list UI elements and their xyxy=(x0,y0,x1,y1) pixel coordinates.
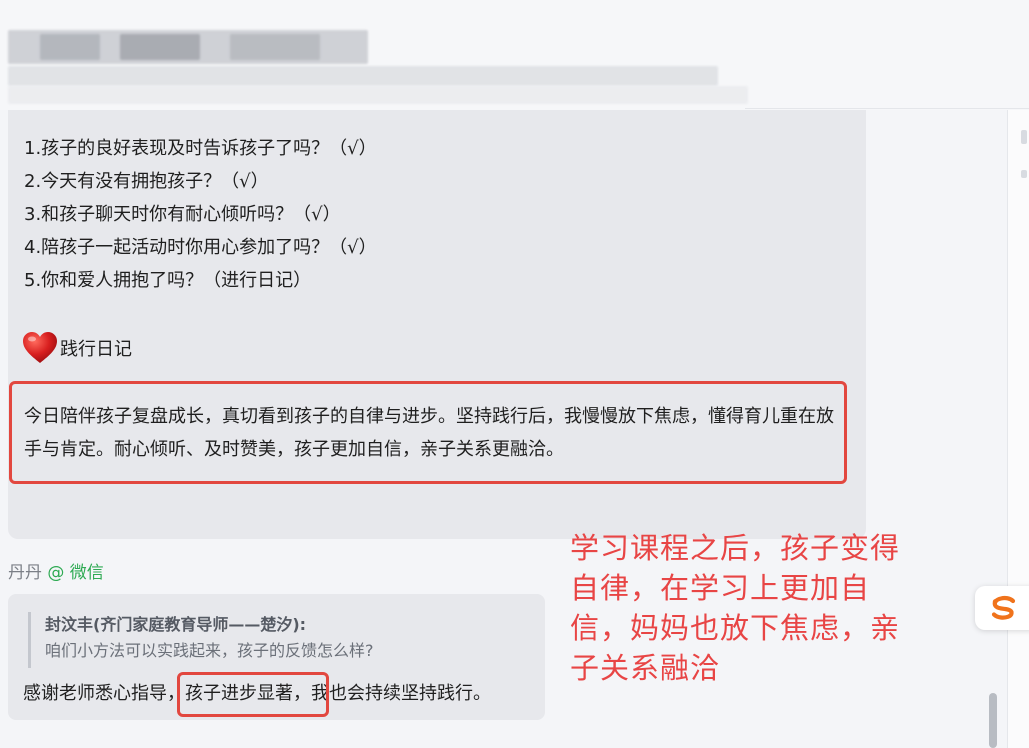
scrollbar-thumb[interactable] xyxy=(989,693,997,748)
diary-heading-label: 践行日记 xyxy=(60,339,132,360)
checklist-item: 5.你和爱人拥抱了吗？（进行日记） xyxy=(24,270,312,291)
sender-name: 丹丹 xyxy=(8,563,42,583)
quote-text: 咱们小方法可以实践起来，孩子的反馈怎么样? xyxy=(45,641,374,660)
quoted-message: 封汶丰(齐门家庭教育导师——楚汐): 咱们小方法可以实践起来，孩子的反馈怎么样? xyxy=(28,612,374,668)
chat-page: 1.孩子的良好表现及时告诉孩子了吗？（√） 2.今天有没有拥抱孩子？（√） 3.… xyxy=(0,0,1029,748)
blurred-header xyxy=(0,0,1029,110)
sender-platform: @ 微信 xyxy=(47,563,104,583)
right-side-panel xyxy=(1007,110,1029,748)
reply-text-after: 我也会持续坚持践行。 xyxy=(311,683,491,704)
sender-line: 丹丹 @ 微信 xyxy=(8,562,104,584)
quote-author: 封汶丰(齐门家庭教育导师——楚汐): xyxy=(45,615,307,634)
header-divider xyxy=(745,108,1029,109)
checklist-item: 1.孩子的良好表现及时告诉孩子了吗？（√） xyxy=(24,138,377,159)
checklist-item: 4.陪孩子一起活动时你用心参加了吗？（√） xyxy=(24,237,377,258)
reply-text-before: 感谢老师悉心指导， xyxy=(23,683,185,704)
s-logo-icon xyxy=(991,595,1016,620)
diary-text: 今日陪伴孩子复盘成长，真切看到孩子的自律与进步。坚持践行后，我慢慢放下焦虑，懂得… xyxy=(24,406,834,460)
diary-heading: 践行日记 xyxy=(22,330,132,366)
annotation-text: 学习课程之后，孩子变得自律，在学习上更加自信，妈妈也放下焦虑，亲子关系融洽 xyxy=(570,531,901,685)
checklist-item: 3.和孩子聊天时你有耐心倾听吗？（√） xyxy=(24,204,341,225)
heart-icon xyxy=(23,332,57,363)
reply-highlight-box xyxy=(177,672,329,717)
floating-s-button[interactable]: S xyxy=(975,586,1029,630)
checklist-item: 2.今天有没有拥抱孩子？（√） xyxy=(24,171,269,192)
